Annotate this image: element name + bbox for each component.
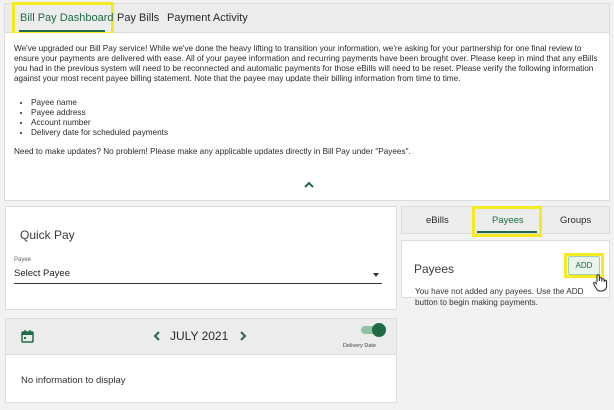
payee-select-value: Select Payee xyxy=(14,268,70,279)
tab-bill-pay-dashboard[interactable]: Bill Pay Dashboard xyxy=(20,12,114,24)
toggle-label: Delivery Date xyxy=(343,343,377,349)
delivery-date-toggle[interactable] xyxy=(359,323,386,337)
payees-title: Payees xyxy=(414,262,455,276)
tab-ebills[interactable]: eBills xyxy=(426,215,449,226)
calendar-icon[interactable] xyxy=(21,330,34,343)
tab-groups[interactable]: Groups xyxy=(560,215,591,226)
payee-subtabs: eBills Payees Groups xyxy=(401,206,610,237)
upgrade-notice: We've upgraded our Bill Pay service! Whi… xyxy=(4,33,610,201)
tab-payment-activity[interactable]: Payment Activity xyxy=(167,12,248,24)
tab-pay-bills[interactable]: Pay Bills xyxy=(117,12,159,24)
notice-intro: We've upgraded our Bill Pay service! Whi… xyxy=(14,44,598,83)
list-item: Payee address xyxy=(31,108,168,118)
chevron-left-icon[interactable] xyxy=(152,329,162,343)
top-nav: Bill Pay Dashboard Pay Bills Payment Act… xyxy=(4,2,610,35)
quick-pay-panel: Quick Pay Payee Select Payee xyxy=(5,206,397,310)
tab-payees[interactable]: Payees xyxy=(492,215,524,226)
notice-list: Payee name Payee address Account number … xyxy=(31,98,168,138)
quick-pay-title: Quick Pay xyxy=(20,228,75,242)
active-tab-indicator xyxy=(19,30,105,32)
empty-message: No information to display xyxy=(21,375,126,386)
payees-message: You have not added any payees. Use the A… xyxy=(415,287,584,307)
active-tab-indicator xyxy=(477,231,537,233)
calendar-bar: JULY 2021 Delivery Date xyxy=(5,318,397,355)
caret-down-icon xyxy=(373,273,379,277)
calendar-content: No information to display xyxy=(5,355,397,403)
chevron-right-icon[interactable] xyxy=(238,329,248,343)
list-item: Payee name xyxy=(31,98,168,108)
notice-updates: Need to make updates? No problem! Please… xyxy=(14,147,411,156)
payee-label: Payee xyxy=(14,257,32,263)
payee-select[interactable]: Select Payee xyxy=(14,265,382,284)
month-label: JULY 2021 xyxy=(170,329,229,343)
toggle-knob xyxy=(372,323,386,337)
list-item: Account number xyxy=(31,118,168,128)
chevron-up-icon[interactable] xyxy=(303,180,315,190)
list-item: Delivery date for scheduled payments xyxy=(31,128,168,138)
